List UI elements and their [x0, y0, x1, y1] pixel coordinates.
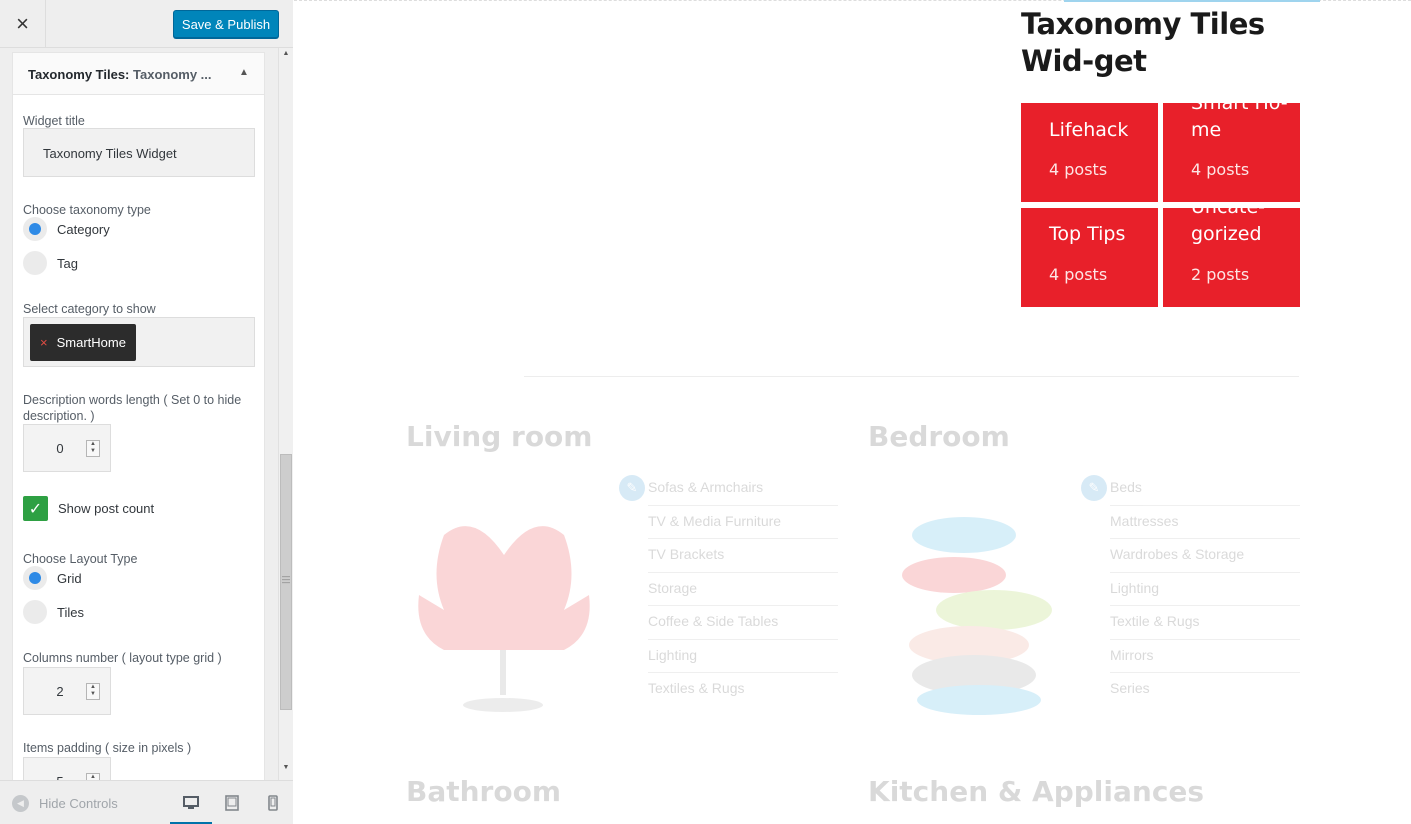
remove-icon[interactable]: ×: [40, 335, 48, 350]
tile-post-count: 4 posts: [1049, 265, 1108, 284]
tile-name: Smart Ho-me: [1191, 103, 1288, 141]
select-category-label: Select category to show: [23, 302, 156, 316]
taxonomy-tile[interactable]: Uncate-gorized 2 posts: [1163, 208, 1300, 307]
list-item[interactable]: Lighting: [648, 640, 838, 673]
list-item[interactable]: Beds: [1110, 472, 1300, 506]
category-select-field[interactable]: × SmartHome: [23, 317, 255, 367]
collapse-left-icon: ◀: [12, 795, 29, 812]
scrollbar-thumb[interactable]: — — —: [280, 454, 292, 710]
divider: [524, 376, 1299, 377]
list-item[interactable]: Lighting: [1110, 573, 1300, 606]
armchair-image: [418, 526, 590, 712]
list-item[interactable]: Wardrobes & Storage: [1110, 539, 1300, 573]
taxonomy-tile[interactable]: Smart Ho-me 4 posts: [1163, 103, 1300, 202]
items-padding-input[interactable]: 5 ▲▼: [23, 757, 111, 780]
category-chip-label: SmartHome: [56, 335, 126, 350]
radio-category-label: Category: [57, 221, 110, 237]
radio-tag-label: Tag: [57, 255, 78, 271]
mobile-icon[interactable]: [265, 795, 281, 811]
scroll-up-arrow-icon[interactable]: ▲: [279, 50, 293, 62]
list-item[interactable]: Coffee & Side Tables: [648, 606, 838, 640]
list-item[interactable]: TV Brackets: [648, 539, 838, 573]
radio-tag[interactable]: Tag: [23, 251, 78, 275]
spinner-icon[interactable]: ▲▼: [86, 440, 100, 457]
section-heading: Bedroom: [868, 420, 1010, 453]
widget-panel: Taxonomy Tiles: Taxonomy ... ▲ Widget ti…: [12, 52, 265, 780]
collapse-arrow-icon[interactable]: ▲: [239, 67, 249, 78]
hide-controls-button[interactable]: ◀ Hide Controls: [12, 795, 118, 812]
tile-post-count: 2 posts: [1191, 265, 1250, 284]
section-heading: Living room: [406, 420, 593, 453]
radio-button-checked[interactable]: [23, 566, 47, 590]
tablet-icon[interactable]: [224, 795, 240, 811]
layout-type-label: Choose Layout Type: [23, 552, 138, 566]
taxonomy-tile[interactable]: Top Tips 4 posts: [1021, 208, 1158, 307]
radio-button[interactable]: [23, 251, 47, 275]
tile-name: Uncate-gorized: [1191, 208, 1265, 245]
site-preview: Living room Bedroom ✎ ✎ Sofas & Armchair…: [294, 0, 1411, 824]
show-post-count-label: Show post count: [58, 501, 155, 516]
widget-title-label: Widget title: [23, 114, 85, 128]
customizer-footer: ◀ Hide Controls: [0, 780, 293, 824]
widget-title-value: Taxonomy Tiles Widget: [43, 146, 177, 161]
customizer-sidebar: × Save & Publish Taxonomy Tiles: Taxonom…: [0, 0, 293, 824]
sidebar-scrollbar[interactable]: ▲ — — — ▼: [278, 48, 293, 780]
description-length-label: Description words length ( Set 0 to hide…: [23, 393, 242, 423]
desktop-icon[interactable]: [183, 795, 199, 811]
hide-controls-label: Hide Controls: [39, 796, 118, 811]
radio-tiles-label: Tiles: [57, 604, 84, 620]
controls-scroll-area: Taxonomy Tiles: Taxonomy ... ▲ Widget ti…: [0, 48, 293, 780]
taxonomy-type-label: Choose taxonomy type: [23, 203, 151, 217]
radio-grid-label: Grid: [57, 570, 82, 586]
list-item[interactable]: Storage: [648, 573, 838, 606]
section-heading: Kitchen & Appliances: [868, 775, 1205, 808]
spinner-icon[interactable]: ▲▼: [86, 773, 100, 780]
edit-pencil-icon[interactable]: ✎: [619, 475, 645, 501]
customizer-header: × Save & Publish: [0, 0, 293, 48]
edit-pencil-icon[interactable]: ✎: [1081, 475, 1107, 501]
widget-title-input[interactable]: Taxonomy Tiles Widget: [23, 128, 255, 177]
widget-header-name: Taxonomy Tiles:: [28, 67, 130, 82]
radio-category[interactable]: Category: [23, 217, 110, 241]
grip-icon: — — —: [282, 572, 290, 587]
radio-grid[interactable]: Grid: [23, 566, 82, 590]
description-length-input[interactable]: 0 ▲ ▼: [23, 424, 111, 472]
list-item[interactable]: Sofas & Armchairs: [648, 472, 838, 506]
list-item[interactable]: Mirrors: [1110, 640, 1300, 673]
tile-name: Top Tips: [1049, 223, 1126, 245]
list-item[interactable]: Textile & Rugs: [1110, 606, 1300, 640]
section-heading: Bathroom: [406, 775, 562, 808]
widget-header-title: Taxonomy Tiles: Taxonomy ...: [28, 67, 223, 82]
tile-name: Lifehack: [1049, 119, 1129, 141]
tile-post-count: 4 posts: [1191, 160, 1250, 179]
show-post-count-checkbox-row[interactable]: ✓ Show post count: [23, 496, 154, 521]
widget-header-subtitle: Taxonomy ...: [133, 67, 212, 82]
close-icon[interactable]: ×: [0, 0, 46, 48]
items-padding-label: Items padding ( size in pixels ): [23, 741, 192, 755]
subcategory-list: Beds Mattresses Wardrobes & Storage Ligh…: [1110, 472, 1300, 707]
subcategory-list: Sofas & Armchairs TV & Media Furniture T…: [648, 472, 838, 707]
pillows-image: [902, 517, 1052, 715]
columns-number-label: Columns number ( layout type grid ): [23, 651, 222, 665]
save-publish-button[interactable]: Save & Publish: [173, 10, 279, 38]
radio-tiles[interactable]: Tiles: [23, 600, 84, 624]
category-chip: × SmartHome: [30, 324, 136, 361]
checkmark-icon[interactable]: ✓: [23, 496, 48, 521]
list-item[interactable]: Textiles & Rugs: [648, 673, 838, 707]
list-item[interactable]: TV & Media Furniture: [648, 506, 838, 539]
radio-button[interactable]: [23, 600, 47, 624]
taxonomy-tile[interactable]: Lifehack 4 posts: [1021, 103, 1158, 202]
scroll-down-arrow-icon[interactable]: ▼: [279, 764, 293, 776]
columns-number-input[interactable]: 2 ▲ ▼: [23, 667, 111, 715]
list-item[interactable]: Mattresses: [1110, 506, 1300, 539]
taxonomy-widget-title: Taxonomy Tiles Wid-get: [1021, 7, 1265, 78]
widget-header[interactable]: Taxonomy Tiles: Taxonomy ... ▲: [13, 53, 264, 95]
radio-button-checked[interactable]: [23, 217, 47, 241]
list-item[interactable]: Series: [1110, 673, 1300, 707]
tile-post-count: 4 posts: [1049, 160, 1108, 179]
spinner-icon[interactable]: ▲▼: [86, 683, 100, 700]
